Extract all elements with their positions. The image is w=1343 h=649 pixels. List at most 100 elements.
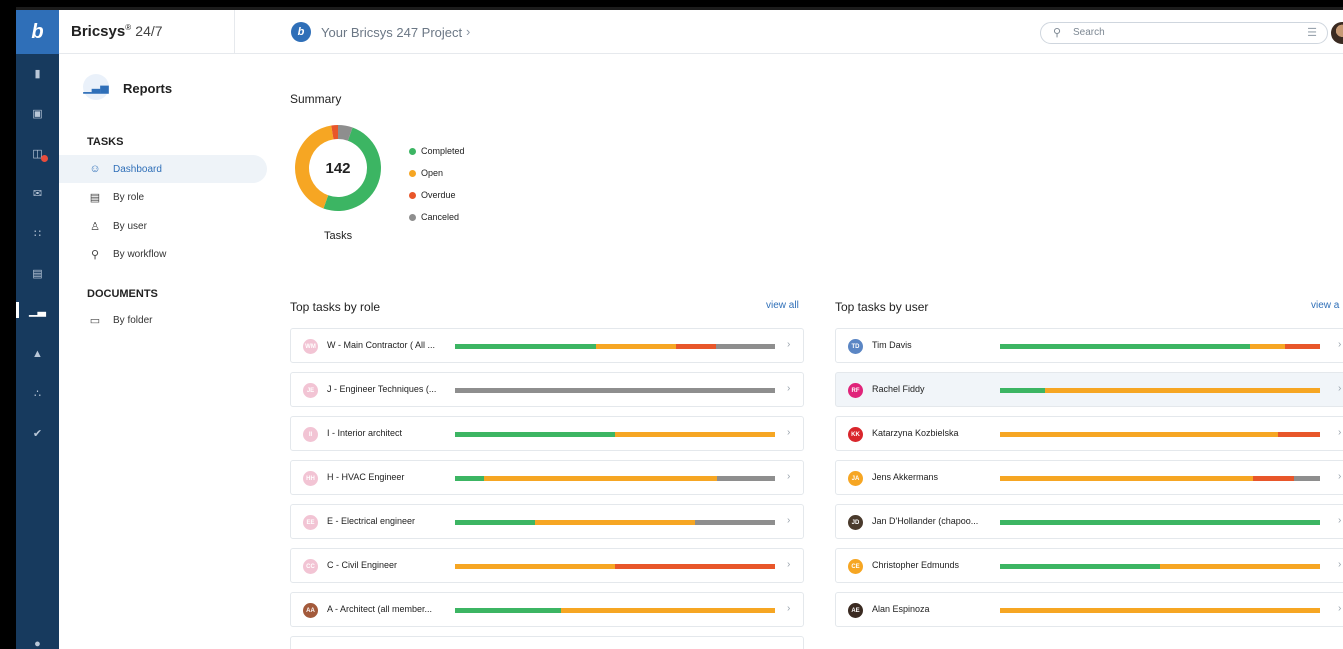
bar-segment-canceled: [455, 388, 775, 393]
bar-segment-overdue: [615, 564, 775, 569]
row-name: A - Architect (all member...: [327, 604, 433, 614]
nav-item-label: By user: [113, 220, 147, 232]
help-icon[interactable]: ●: [30, 636, 45, 649]
chevron-right-icon[interactable]: ›: [787, 383, 790, 394]
summary-label: Tasks: [324, 230, 353, 242]
filter-icon[interactable]: ☰: [1307, 26, 1317, 39]
bar-segment-open: [455, 564, 615, 569]
chevron-right-icon[interactable]: ›: [1338, 559, 1341, 570]
status-progress-bar: [455, 432, 775, 437]
wrench-icon[interactable]: ✔: [30, 426, 45, 441]
avatar: WM: [303, 339, 318, 354]
nav-item-by-workflow[interactable]: ⚲ By workflow: [59, 240, 267, 268]
chevron-right-icon[interactable]: ›: [787, 515, 790, 526]
status-progress-bar: [1000, 344, 1320, 349]
bar-segment-completed: [1000, 344, 1250, 349]
view-all-user-link[interactable]: view a: [1311, 300, 1339, 311]
nav-item-by-user[interactable]: ♙ By user: [59, 212, 267, 240]
list-icon[interactable]: ▤: [30, 266, 45, 281]
table-row[interactable]: AA A - Architect (all member... ›: [290, 592, 804, 627]
row-name: J - Engineer Techniques (...: [327, 384, 437, 394]
bricsys-logo-icon[interactable]: b: [16, 10, 59, 54]
active-indicator: [16, 302, 19, 318]
nav-item-by-role[interactable]: ▤ By role: [59, 183, 267, 211]
user-icon: ♙: [90, 220, 100, 233]
table-row[interactable]: KK Katarzyna Kozbielska ›: [835, 416, 1343, 451]
bar-segment-open: [483, 476, 718, 481]
bar-segment-canceled: [715, 344, 775, 349]
row-name: I - Interior architect: [327, 428, 403, 438]
reports-title: Reports: [123, 81, 173, 96]
worker-icon[interactable]: ▲: [30, 346, 45, 361]
legend-dot: [409, 191, 416, 199]
chevron-right-icon[interactable]: ›: [1338, 603, 1341, 614]
app-rail: b ▮ ▣ ◫ ✉ ∷ ▤ ▁▃ ▲ ∴ ✔ ●: [16, 10, 59, 649]
status-progress-bar: [1000, 608, 1320, 613]
header-divider: [234, 10, 235, 54]
search-box[interactable]: ⚲ ☰: [1040, 22, 1328, 44]
project-name[interactable]: Your Bricsys 247 Project: [321, 25, 462, 40]
chevron-right-icon[interactable]: ›: [787, 559, 790, 570]
summary-legend: Completed Open Overdue Canceled: [409, 140, 465, 228]
project-icon[interactable]: b: [291, 22, 311, 42]
row-name: Jan D'Hollander (chapoo...: [872, 516, 979, 526]
table-row[interactable]: CE Christopher Edmunds ›: [835, 548, 1343, 583]
chevron-right-icon[interactable]: ›: [1338, 515, 1341, 526]
chevron-right-icon[interactable]: ›: [1338, 427, 1341, 438]
table-row[interactable]: CC C - Civil Engineer ›: [290, 548, 804, 583]
avatar: JA: [848, 471, 863, 486]
row-name: W - Main Contractor ( All ...: [327, 340, 436, 350]
avatar: HH: [303, 471, 318, 486]
chevron-right-icon[interactable]: ›: [1338, 471, 1341, 482]
bar-segment-open: [535, 520, 695, 525]
workflow-icon[interactable]: ∷: [30, 226, 45, 241]
table-row[interactable]: ♛[Coordinator]›: [290, 636, 804, 649]
nav-item-by-folder[interactable]: ▭ By folder: [59, 306, 267, 334]
status-progress-bar: [1000, 432, 1320, 437]
table-row[interactable]: JD Jan D'Hollander (chapoo... ›: [835, 504, 1343, 539]
row-name: C - Civil Engineer: [327, 560, 398, 570]
row-name: Christopher Edmunds: [872, 560, 960, 570]
bar-segment-open: [1044, 388, 1320, 393]
table-row[interactable]: II I - Interior architect ›: [290, 416, 804, 451]
table-row[interactable]: HH H - HVAC Engineer ›: [290, 460, 804, 495]
avatar[interactable]: [1331, 22, 1343, 44]
bar-segment-canceled: [695, 520, 775, 525]
view-all-role-link[interactable]: view all: [766, 300, 799, 311]
mail-icon[interactable]: ✉: [30, 186, 45, 201]
team-icon[interactable]: ∴: [30, 386, 45, 401]
avatar: II: [303, 427, 318, 442]
chevron-right-icon[interactable]: ›: [787, 471, 790, 482]
table-row[interactable]: TD Tim Davis ›: [835, 328, 1343, 363]
chevron-right-icon[interactable]: ›: [1338, 339, 1341, 350]
table-row[interactable]: JA Jens Akkermans ›: [835, 460, 1343, 495]
avatar: AA: [303, 603, 318, 618]
chart-icon[interactable]: ▁▃: [29, 303, 46, 318]
bar-segment-completed: [455, 608, 561, 613]
table-row[interactable]: EE E - Electrical engineer ›: [290, 504, 804, 539]
bar-segment-open: [1000, 432, 1279, 437]
status-progress-bar: [1000, 388, 1320, 393]
table-row[interactable]: WM W - Main Contractor ( All ... ›: [290, 328, 804, 363]
table-row[interactable]: RF Rachel Fiddy ›: [835, 372, 1343, 407]
avatar: EE: [303, 515, 318, 530]
workflow-icon: ⚲: [90, 248, 100, 261]
row-name: Alan Espinoza: [872, 604, 930, 614]
bar-segment-completed: [455, 520, 535, 525]
chevron-right-icon[interactable]: ›: [1338, 383, 1341, 394]
document-icon[interactable]: ▮: [30, 66, 45, 81]
sheet-icon[interactable]: ▣: [30, 106, 45, 121]
table-row[interactable]: JE J - Engineer Techniques (... ›: [290, 372, 804, 407]
chevron-right-icon[interactable]: ›: [787, 427, 790, 438]
summary-title: Summary: [290, 92, 342, 106]
chevron-right-icon[interactable]: ›: [787, 603, 790, 614]
chevron-right-icon[interactable]: ›: [466, 24, 470, 39]
bar-segment-completed: [1000, 388, 1045, 393]
status-progress-bar: [1000, 564, 1320, 569]
search-input[interactable]: [1073, 27, 1293, 38]
table-row[interactable]: AE Alan Espinoza ›: [835, 592, 1343, 627]
chevron-right-icon[interactable]: ›: [787, 339, 790, 350]
brand-title: Bricsys® 24/7: [71, 23, 163, 40]
nav-item-dashboard[interactable]: ☺ Dashboard: [59, 155, 267, 183]
app-window: b ▮ ▣ ◫ ✉ ∷ ▤ ▁▃ ▲ ∴ ✔ ● Bricsys® 24/7 b…: [16, 10, 1343, 649]
